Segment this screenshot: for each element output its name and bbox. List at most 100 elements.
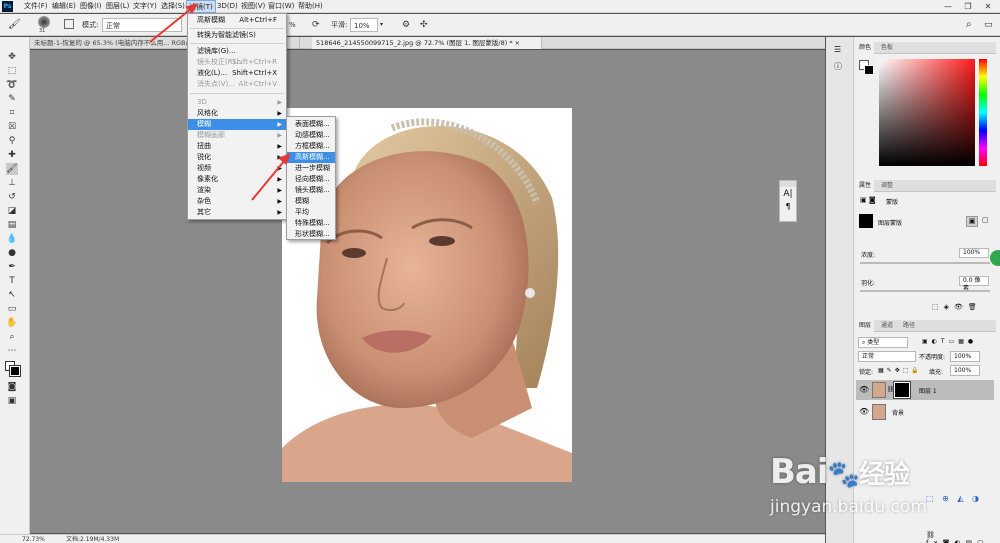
menu-view[interactable]: 视图(V) [239,0,267,13]
submenu-item-blur[interactable]: 模糊 [287,196,335,207]
frame-tool-icon[interactable]: ☒ [6,121,18,133]
submenu-item-lens-blur[interactable]: 镜头模糊... [287,185,335,196]
pressure-opacity-icon[interactable]: ⟳ [312,18,320,32]
gradient-tool-icon[interactable]: ▤ [6,219,18,231]
menu-help[interactable]: 帮助(H) [296,0,325,13]
zoom-tool-icon[interactable]: ⌕ [6,331,18,343]
clone-stamp-icon[interactable]: ⊥ [6,177,18,189]
eyedropper-tool-icon[interactable]: ⚲ [6,135,18,147]
layer-mask-thumbnail[interactable] [893,381,911,399]
menu-image[interactable]: 图像(I) [78,0,104,13]
menu-item-noise[interactable]: 杂色 ▶ [188,196,286,207]
dodge-tool-icon[interactable]: ● [6,247,18,259]
symmetry-icon[interactable]: ✣ [420,18,428,32]
menu-item-vanishing-point[interactable]: 消失点(V)... Alt+Ctrl+V [188,79,286,90]
workspace-icon[interactable]: ▭ [984,18,993,32]
submenu-item-radial-blur[interactable]: 径向模糊... [287,174,335,185]
menu-item-render[interactable]: 渲染 ▶ [188,185,286,196]
submenu-item-surface-blur[interactable]: 表面模糊... [287,119,335,130]
submenu-item-box-blur[interactable]: 方框模糊... [287,141,335,152]
pen-tool-icon[interactable]: ✒ [6,261,18,273]
minimize-button[interactable]: — [938,0,958,13]
quick-select-tool-icon[interactable]: ✎ [6,93,18,105]
feather-slider[interactable] [860,290,990,292]
menu-item-video[interactable]: 视频 ▶ [188,163,286,174]
menu-item-convert-smart-filter[interactable]: 转换为智能滤镜(S) [188,30,286,41]
brush-panel-icon[interactable] [64,19,74,29]
search-icon[interactable]: ⌕ [966,18,972,32]
visibility-eye-icon[interactable]: 👁 [859,385,869,394]
brush-tool-icon[interactable]: 🖌 [6,163,18,175]
menu-item-blur-gallery[interactable]: 模糊画廊 ▶ [188,130,286,141]
mask-action-icons[interactable]: ⬚◈👁🗑 [932,303,982,311]
menu-item-pixelate[interactable]: 像素化 ▶ [188,174,286,185]
menu-item-liquify[interactable]: 液化(L)... Shift+Ctrl+X [188,68,286,79]
rectangle-tool-icon[interactable]: ▭ [6,303,18,315]
blend-mode-select[interactable]: 正常 [858,351,916,362]
menu-select[interactable]: 选择(S) [159,0,187,13]
layer-row-background[interactable]: 👁 背景 [856,402,994,422]
crop-tool-icon[interactable]: ⌗ [6,107,18,119]
quick-mask-icon[interactable]: ◙ [6,381,18,393]
submenu-item-average[interactable]: 平均 [287,207,335,218]
submenu-item-motion-blur[interactable]: 动感模糊... [287,130,335,141]
floating-green-button[interactable] [990,250,1000,266]
history-panel-icon[interactable]: ☰ [834,45,841,54]
hue-slider[interactable] [979,59,987,166]
pixel-mask-button[interactable]: ▣ [966,216,978,227]
close-button[interactable]: ✕ [978,0,998,13]
background-color-swatch[interactable] [9,365,21,377]
info-panel-icon[interactable]: ⓘ [834,61,842,72]
more-tools-icon[interactable]: ⋯ [6,345,18,357]
tab-color[interactable]: 颜色 [856,42,875,54]
menu-item-3d[interactable]: 3D ▶ [188,97,286,108]
layer-filter-icons[interactable]: ▣◐T▭▦● [922,338,977,345]
menu-item-sharpen[interactable]: 锐化 ▶ [188,152,286,163]
visibility-eye-icon[interactable]: 👁 [859,407,869,416]
healing-brush-icon[interactable]: ✚ [6,149,18,161]
blur-tool-icon[interactable]: 💧 [6,233,18,245]
submenu-item-gaussian-blur[interactable]: 高斯模糊... [287,152,335,163]
submenu-item-smart-blur[interactable]: 特殊模糊... [287,218,335,229]
layer-name[interactable]: 背景 [892,408,904,417]
density-slider[interactable] [860,262,990,264]
smooth-input[interactable]: 10% [350,18,378,32]
layer-filter-select[interactable]: ⌕ 类型 [858,337,908,348]
tab-close-icon[interactable]: × [515,39,520,47]
menu-item-blur[interactable]: 模糊 ▶ [188,119,286,130]
menu-item-lens-correction[interactable]: 镜头校正(R)... Shift+Ctrl+R [188,57,286,68]
brush-tool-icon[interactable]: 🖌 [8,18,21,32]
layer-opacity-input[interactable]: 100% [950,351,980,362]
tab-channels[interactable]: 通道 [878,320,896,332]
tab-layers[interactable]: 图层 [856,320,875,332]
restore-button[interactable]: ❐ [958,0,978,13]
menu-layer[interactable]: 图层(L) [104,0,131,13]
lock-icons[interactable]: ▦✎✥⬚🔒 [878,367,922,374]
move-tool-icon[interactable]: ✥ [6,51,18,63]
contextual-icons[interactable]: ⬚ ⊕ ◭ ◑ [926,494,982,503]
menu-file[interactable]: 文件(F) [22,0,50,13]
tab-properties[interactable]: 属性 [856,180,875,192]
layer-name[interactable]: 图层 1 [919,386,937,395]
menu-item-stylize[interactable]: 风格化 ▶ [188,108,286,119]
feather-input[interactable]: 0.0 像素 [959,276,989,292]
document-info[interactable]: 文档:2.19M/4.33M [66,535,119,543]
submenu-item-shape-blur[interactable]: 形状模糊... [287,229,335,240]
menu-item-gaussian-blur-last[interactable]: 高斯模糊 Alt+Ctrl+F [188,15,286,26]
mode-select[interactable]: 正常 [102,18,182,32]
tab-swatches[interactable]: 色板 [878,42,896,54]
history-brush-icon[interactable]: ↺ [6,191,18,203]
tab-paths[interactable]: 路径 [900,320,918,332]
color-field[interactable] [879,59,975,166]
hand-tool-icon[interactable]: ✋ [6,317,18,329]
submenu-item-blur-more[interactable]: 进一步模糊 [287,163,335,174]
opacity-value[interactable]: % [289,18,296,32]
menu-item-filter-gallery[interactable]: 滤镜库(G)... [188,46,286,57]
lasso-tool-icon[interactable]: ➰ [6,79,18,91]
character-icon[interactable]: A| [780,187,796,201]
paragraph-icon[interactable]: ¶ [780,201,796,213]
gear-icon[interactable]: ⚙ [402,18,410,32]
smooth-dropdown-icon[interactable]: ▾ [380,18,383,32]
tab-document-2[interactable]: 518646_214550099715_2.jpg @ 72.7% (图层 1,… [312,37,542,49]
menu-item-other[interactable]: 其它 ▶ [188,207,286,218]
